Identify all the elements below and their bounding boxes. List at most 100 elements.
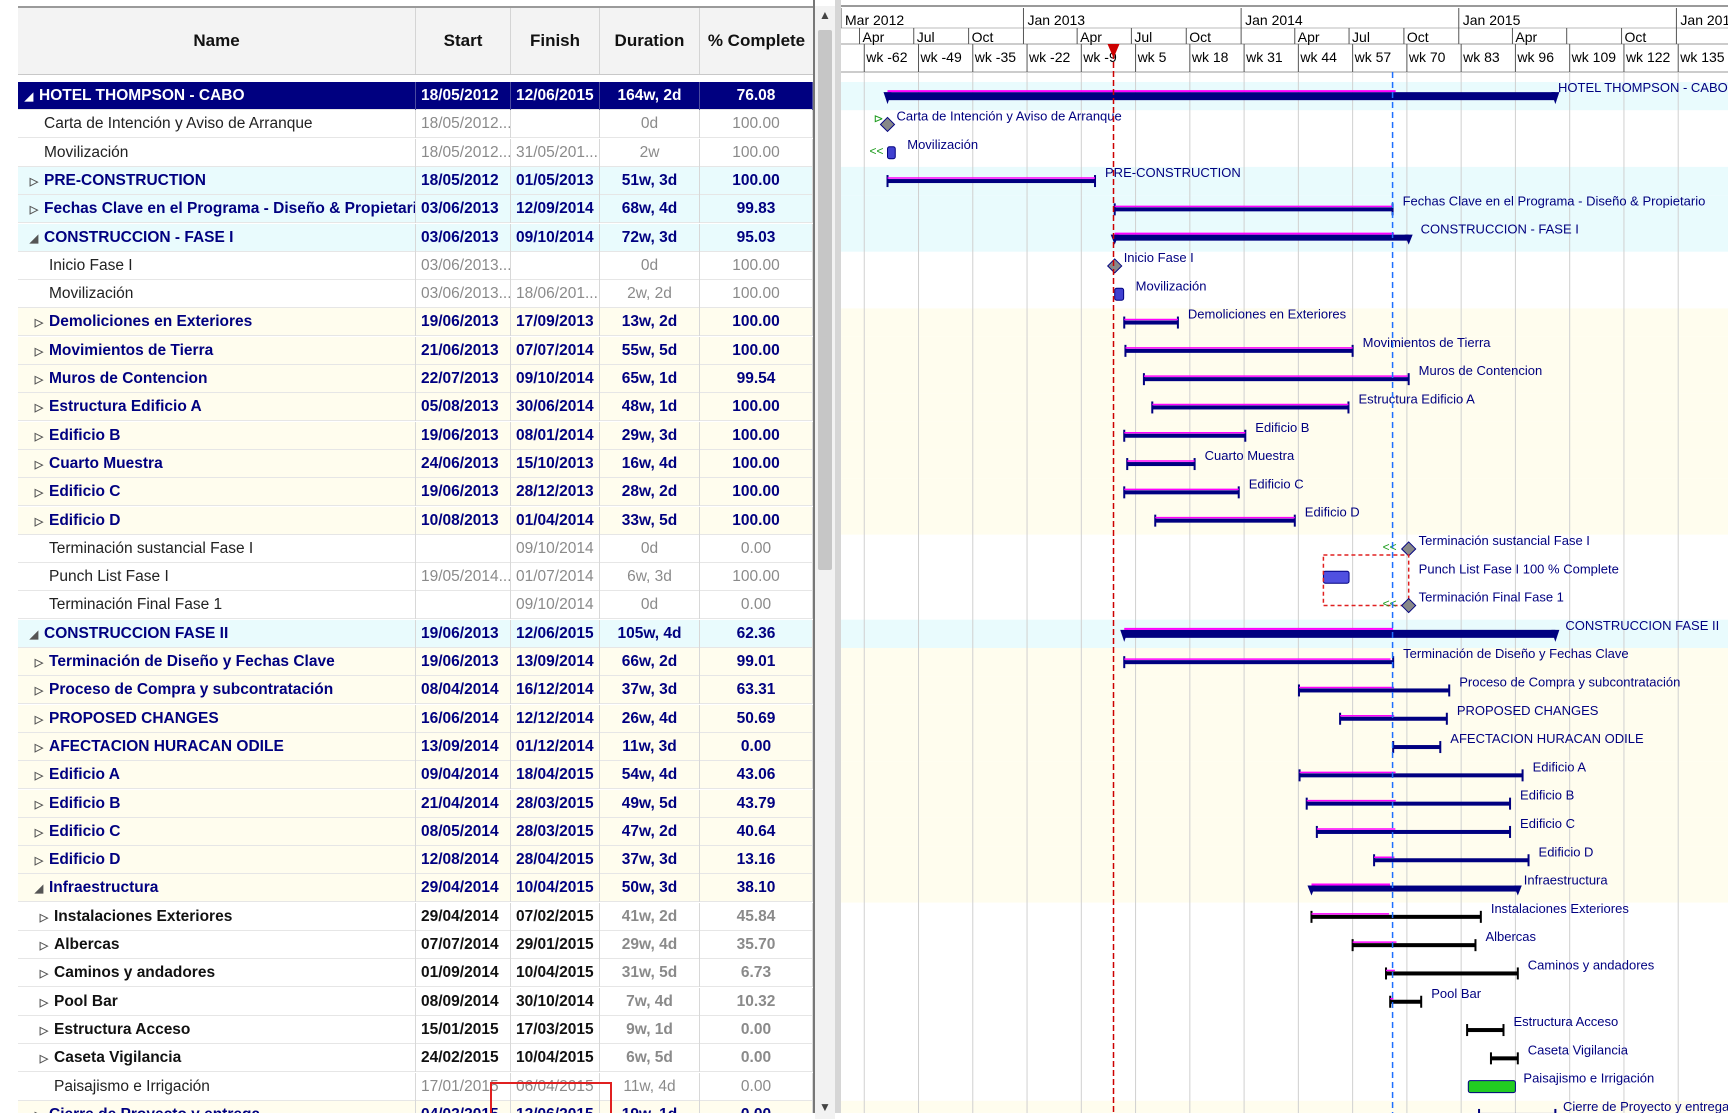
expand-toggle-icon[interactable]: ▷	[37, 904, 51, 931]
collapse-toggle-icon[interactable]: ◢	[27, 225, 41, 252]
expand-toggle-icon[interactable]: ▷	[32, 677, 46, 704]
start-date-cell: 19/06/2013	[416, 620, 511, 648]
task-row[interactable]: ▷Proceso de Compra y subcontratación08/0…	[18, 676, 813, 704]
expand-toggle-icon[interactable]: ▷	[32, 479, 46, 506]
expand-toggle-icon[interactable]: ▷	[32, 508, 46, 535]
group-bar	[1393, 745, 1440, 749]
col-header-pct-complete[interactable]: % Complete	[700, 8, 813, 74]
gantt-canvas[interactable]: Mar 2012Jan 2013Jan 2014Jan 2015Jan 2016…	[841, 0, 1728, 1113]
gantt-row-band	[841, 591, 1728, 619]
expand-toggle-icon[interactable]: ▷	[32, 649, 46, 676]
task-row[interactable]: Inicio Fase I03/06/2013...0d100.00	[18, 252, 813, 280]
group-bar	[1125, 349, 1352, 353]
gantt-chart-pane[interactable]: Mar 2012Jan 2013Jan 2014Jan 2015Jan 2016…	[841, 0, 1728, 1113]
expand-toggle-icon[interactable]: ▷	[27, 196, 41, 223]
col-header-finish[interactable]: Finish	[511, 8, 600, 74]
expand-toggle-icon[interactable]: ▷	[32, 451, 46, 478]
scroll-down-icon[interactable]: ▼	[815, 1100, 835, 1114]
task-row[interactable]: ▷Caminos y andadores01/09/201410/04/2015…	[18, 959, 813, 987]
task-row[interactable]: ▷AFECTACION HURACAN ODILE13/09/201401/12…	[18, 733, 813, 761]
task-row[interactable]: ◢CONSTRUCCION FASE II19/06/201312/06/201…	[18, 620, 813, 648]
expand-toggle-icon[interactable]: ▷	[32, 366, 46, 393]
col-header-name[interactable]: Name	[18, 8, 416, 74]
start-date-cell: 18/05/2012	[416, 82, 511, 110]
collapse-toggle-icon[interactable]: ◢	[27, 621, 41, 648]
task-row[interactable]: ▷Edificio B19/06/201308/01/201429w, 3d10…	[18, 422, 813, 450]
duration-cell: 33w, 5d	[600, 507, 700, 535]
vertical-scrollbar[interactable]: ▲ ▼	[815, 6, 835, 1119]
expand-toggle-icon[interactable]: ▷	[32, 734, 46, 761]
col-header-duration[interactable]: Duration	[600, 8, 700, 74]
week-label: wk 83	[1462, 49, 1500, 65]
expand-toggle-icon[interactable]: ▷	[37, 1045, 51, 1072]
start-date-cell: 09/04/2014	[416, 761, 511, 789]
expand-toggle-icon[interactable]: ▷	[32, 847, 46, 874]
task-name: Edificio C	[49, 483, 120, 500]
task-name: Cuarto Muestra	[49, 455, 163, 472]
task-row[interactable]: ▷Edificio A09/04/201418/04/201554w, 4d43…	[18, 761, 813, 789]
expand-toggle-icon[interactable]: ▷	[32, 762, 46, 789]
task-row[interactable]: ▷Edificio D12/08/201428/04/201537w, 3d13…	[18, 846, 813, 874]
task-row[interactable]: ◢Infraestructura29/04/201410/04/201550w,…	[18, 874, 813, 902]
expand-toggle-icon[interactable]: ▷	[32, 791, 46, 818]
collapse-toggle-icon[interactable]: ◢	[22, 83, 36, 110]
task-row[interactable]: ▷Fechas Clave en el Programa - Diseño & …	[18, 195, 813, 223]
expand-toggle-icon[interactable]: ▷	[32, 309, 46, 336]
finish-date-cell: 01/04/2014	[511, 507, 600, 535]
expand-toggle-icon[interactable]: ▷	[37, 1017, 51, 1044]
expand-toggle-icon[interactable]: ▷	[37, 960, 51, 987]
expand-toggle-icon[interactable]: ▷	[37, 932, 51, 959]
task-row[interactable]: Terminación Final Fase 109/10/20140d0.00	[18, 591, 813, 619]
task-row[interactable]: ▷Movimientos de Tierra21/06/201307/07/20…	[18, 337, 813, 365]
task-row[interactable]: ▷PRE-CONSTRUCTION18/05/201201/05/201351w…	[18, 167, 813, 195]
group-cap-start	[1123, 486, 1125, 498]
collapse-toggle-icon[interactable]: ◢	[32, 875, 46, 902]
start-date-cell	[416, 535, 511, 563]
scroll-up-icon[interactable]: ▲	[815, 8, 835, 22]
task-row[interactable]: Movilización18/05/2012...31/05/201...2w1…	[18, 139, 813, 167]
task-row[interactable]: ▷PROPOSED CHANGES16/06/201412/12/201426w…	[18, 705, 813, 733]
task-row[interactable]: ▷Caseta Vigilancia24/02/201510/04/20156w…	[18, 1044, 813, 1072]
expand-toggle-icon[interactable]: ▷	[32, 819, 46, 846]
task-row[interactable]: Paisajismo e Irrigación17/01/201506/04/2…	[18, 1073, 813, 1101]
expand-toggle-icon[interactable]: ▷	[32, 706, 46, 733]
expand-toggle-icon[interactable]: ▷	[32, 1102, 46, 1113]
task-row[interactable]: ▷Edificio B21/04/201428/03/201549w, 5d43…	[18, 790, 813, 818]
expand-toggle-icon[interactable]: ▷	[32, 394, 46, 421]
task-name: Estructura Edificio A	[49, 398, 202, 415]
duration-cell: 0d	[600, 252, 700, 280]
expand-toggle-icon[interactable]: ▷	[37, 989, 51, 1016]
task-row[interactable]: ▷Albercas07/07/201429/01/201529w, 4d35.7…	[18, 931, 813, 959]
expand-toggle-icon[interactable]: ▷	[32, 338, 46, 365]
task-row[interactable]: ▷Demoliciones en Exteriores19/06/201317/…	[18, 308, 813, 336]
task-row[interactable]: ◢HOTEL THOMPSON - CABO18/05/201212/06/20…	[18, 82, 813, 110]
percent-complete-cell: 35.70	[700, 931, 813, 959]
task-row[interactable]: Terminación sustancial Fase I09/10/20140…	[18, 535, 813, 563]
expand-toggle-icon[interactable]: ▷	[32, 423, 46, 450]
expand-toggle-icon[interactable]: ▷	[27, 168, 41, 195]
task-row[interactable]: ▷Edificio C08/05/201428/03/201547w, 2d40…	[18, 818, 813, 846]
task-row[interactable]: Punch List Fase I19/05/2014...01/07/2014…	[18, 563, 813, 591]
task-row[interactable]: Carta de Intención y Aviso de Arranque18…	[18, 110, 813, 138]
task-row[interactable]: ▷Pool Bar08/09/201430/10/20147w, 4d10.32	[18, 988, 813, 1016]
month-label: Oct	[972, 29, 994, 45]
task-name: Caseta Vigilancia	[54, 1049, 181, 1066]
gantt-bar-label: Estructura Acceso	[1513, 1014, 1618, 1029]
task-row[interactable]: ▷Instalaciones Exteriores29/04/201407/02…	[18, 903, 813, 931]
task-row[interactable]: ▷Estructura Acceso15/01/201517/03/20159w…	[18, 1016, 813, 1044]
task-row[interactable]: ▷Cierre de Proyecto y entrega04/02/20151…	[18, 1101, 813, 1113]
task-row[interactable]: ▷Estructura Edificio A05/08/201330/06/20…	[18, 393, 813, 421]
task-row[interactable]: ▷Edificio D10/08/201301/04/201433w, 5d10…	[18, 507, 813, 535]
scrollbar-thumb[interactable]	[818, 30, 832, 570]
group-cap-end	[1177, 317, 1179, 329]
percent-complete-cell: 100.00	[700, 422, 813, 450]
task-name: CONSTRUCCION - FASE I	[44, 229, 233, 246]
task-row[interactable]: ▷Terminación de Diseño y Fechas Clave19/…	[18, 648, 813, 676]
task-row[interactable]: ▷Edificio C19/06/201328/12/201328w, 2d10…	[18, 478, 813, 506]
task-row[interactable]: Movilización03/06/2013...18/06/201...2w,…	[18, 280, 813, 308]
task-row[interactable]: ▷Cuarto Muestra24/06/201315/10/201316w, …	[18, 450, 813, 478]
task-row[interactable]: ◢CONSTRUCCION - FASE I03/06/201309/10/20…	[18, 224, 813, 252]
task-row[interactable]: ▷Muros de Contencion22/07/201309/10/2014…	[18, 365, 813, 393]
start-date-cell: 03/06/2013	[416, 224, 511, 252]
col-header-start[interactable]: Start	[416, 8, 511, 74]
